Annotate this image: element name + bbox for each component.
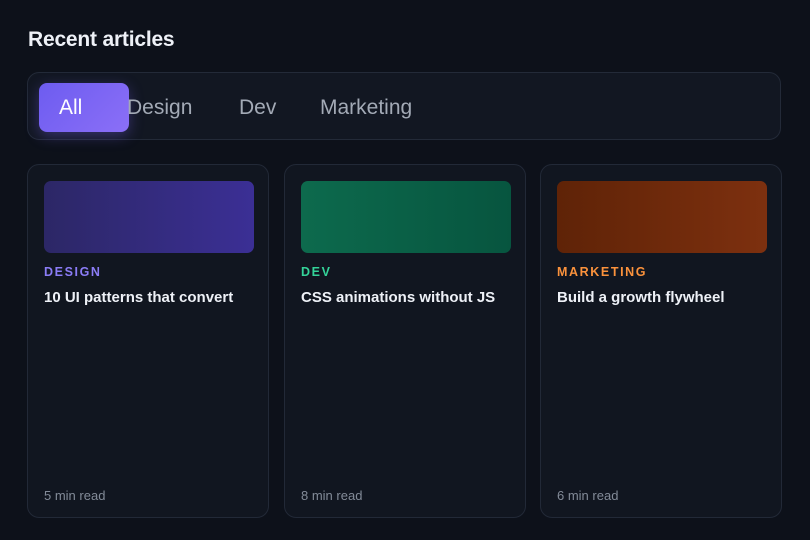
article-read-time: 8 min read — [301, 488, 363, 503]
article-card-design[interactable]: DESIGN 10 UI patterns that convert 5 min… — [27, 164, 269, 518]
article-card-marketing[interactable]: MARKETING Build a growth flywheel 6 min … — [540, 164, 782, 518]
article-read-time: 5 min read — [44, 488, 106, 503]
article-tag: DESIGN — [44, 265, 102, 279]
article-title[interactable]: Build a growth flywheel — [557, 289, 725, 306]
tab-marketing[interactable]: Marketing — [320, 83, 412, 132]
article-tag: DEV — [301, 265, 332, 279]
article-title[interactable]: 10 UI patterns that convert — [44, 289, 233, 306]
tab-all[interactable]: All — [39, 83, 129, 132]
article-thumbnail — [301, 181, 511, 253]
article-title[interactable]: CSS animations without JS — [301, 289, 495, 306]
article-thumbnail — [557, 181, 767, 253]
article-tag: MARKETING — [557, 265, 648, 279]
article-thumbnail — [44, 181, 254, 253]
page: Recent articles All Design Dev Marketing… — [0, 0, 810, 540]
tab-design[interactable]: Design — [127, 83, 192, 132]
category-tabs: All Design Dev Marketing — [27, 72, 781, 140]
article-read-time: 6 min read — [557, 488, 619, 503]
tab-dev[interactable]: Dev — [239, 83, 276, 132]
article-card-dev[interactable]: DEV CSS animations without JS 8 min read — [284, 164, 526, 518]
section-title: Recent articles — [28, 28, 175, 51]
